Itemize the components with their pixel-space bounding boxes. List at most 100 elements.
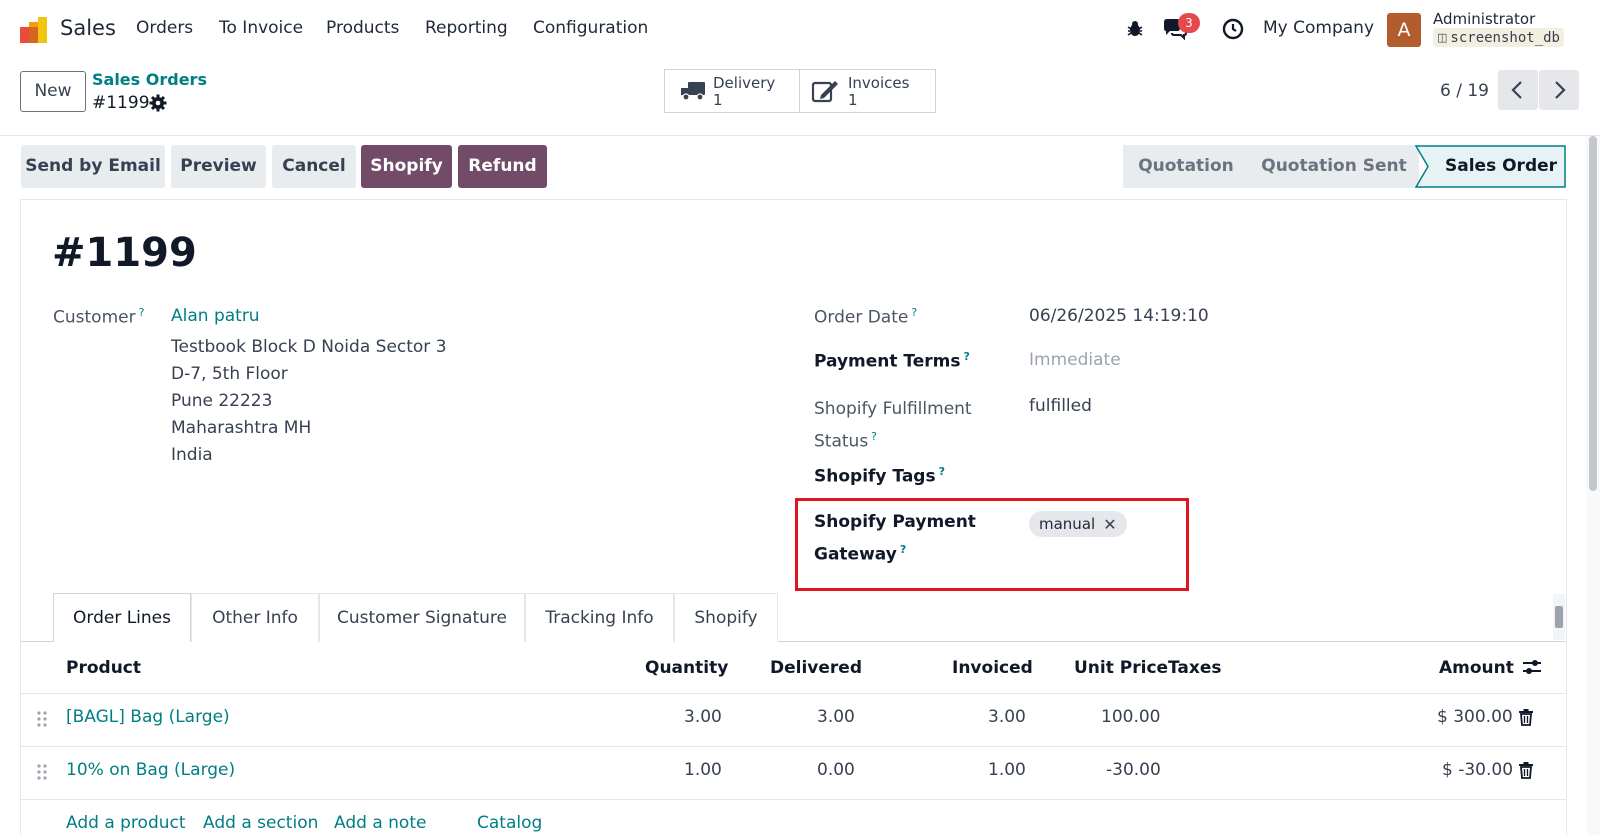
add-product-link[interactable]: Add a product: [66, 813, 186, 833]
stage-quotation[interactable]: Quotation: [1123, 145, 1249, 188]
col-quantity[interactable]: Quantity: [645, 658, 728, 678]
page-scrollbar[interactable]: [1586, 136, 1600, 835]
col-invoiced[interactable]: Invoiced: [952, 658, 1033, 678]
shopify-tags-label: Shopify Tags?: [814, 465, 945, 487]
customer-help-icon[interactable]: ?: [139, 306, 145, 319]
top-navbar: Sales Orders To Invoice Products Reporti…: [0, 0, 1600, 60]
new-button[interactable]: New: [20, 71, 86, 112]
menu-configuration[interactable]: Configuration: [533, 18, 648, 38]
line-product[interactable]: [BAGL] Bag (Large): [66, 707, 230, 727]
address-line-1: Testbook Block D Noida Sector 3: [171, 337, 447, 357]
col-delivered[interactable]: Delivered: [770, 658, 862, 678]
tab-other-info[interactable]: Other Info: [191, 593, 319, 642]
sales-app-icon[interactable]: [19, 15, 49, 45]
db-name: screenshot_db: [1450, 29, 1560, 46]
shopify-button[interactable]: Shopify: [361, 145, 452, 188]
scrollbar-inner-thumb[interactable]: [1555, 606, 1563, 628]
order-date-help-icon[interactable]: ?: [911, 306, 917, 319]
header-divider: [21, 693, 1566, 694]
line-quantity[interactable]: 1.00: [684, 760, 722, 780]
database-icon: ◫: [1437, 31, 1448, 44]
line-delivered[interactable]: 0.00: [817, 760, 855, 780]
smart-button-delivery[interactable]: Delivery 1: [664, 69, 800, 113]
order-date-value[interactable]: 06/26/2025 14:19:10: [1029, 306, 1209, 326]
row-divider: [21, 746, 1566, 747]
app-name[interactable]: Sales: [60, 16, 116, 40]
line-invoiced: 3.00: [988, 707, 1026, 727]
drag-handle-icon[interactable]: [37, 710, 47, 728]
address-line-2: D-7, 5th Floor: [171, 364, 288, 384]
tags-help-icon[interactable]: ?: [939, 465, 945, 478]
row-divider: [21, 799, 1566, 800]
tab-customer-signature[interactable]: Customer Signature: [319, 593, 525, 642]
fulfillment-help-icon[interactable]: ?: [871, 430, 877, 443]
tag-remove-icon[interactable]: ✕: [1103, 515, 1116, 534]
cancel-button[interactable]: Cancel: [272, 145, 356, 188]
customer-name[interactable]: Alan patru: [171, 306, 260, 326]
refund-button[interactable]: Refund: [458, 145, 547, 188]
send-by-email-button[interactable]: Send by Email: [21, 145, 165, 188]
line-invoiced: 1.00: [988, 760, 1026, 780]
line-quantity[interactable]: 3.00: [684, 707, 722, 727]
menu-reporting[interactable]: Reporting: [425, 18, 508, 38]
line-delivered[interactable]: 3.00: [817, 707, 855, 727]
line-amount: $ -30.00: [1442, 760, 1514, 780]
delivery-label: Delivery: [713, 74, 776, 92]
fulfillment-status-value[interactable]: fulfilled: [1029, 396, 1092, 416]
payment-terms-value[interactable]: Immediate: [1029, 350, 1121, 370]
record-name: #1199: [92, 93, 150, 113]
company-switcher[interactable]: My Company: [1263, 18, 1374, 38]
menu-products[interactable]: Products: [326, 18, 399, 38]
gateway-help-icon[interactable]: ?: [900, 543, 906, 556]
pager-value[interactable]: 6 / 19: [1440, 81, 1489, 101]
smart-button-invoices[interactable]: Invoices 1: [799, 69, 936, 113]
customer-label: Customer?: [53, 306, 145, 328]
record-settings-gear-icon[interactable]: [149, 94, 167, 112]
payment-terms-help-icon[interactable]: ?: [964, 350, 970, 363]
page-scrollbar-thumb[interactable]: [1589, 136, 1597, 491]
menu-to-invoice[interactable]: To Invoice: [219, 18, 303, 38]
payment-gateway-tag[interactable]: manual ✕: [1029, 511, 1127, 537]
preview-button[interactable]: Preview: [171, 145, 266, 188]
scrollbar-inner[interactable]: [1553, 594, 1565, 640]
tab-shopify[interactable]: Shopify: [674, 593, 778, 642]
col-product[interactable]: Product: [66, 658, 141, 678]
optional-columns-sliders-icon[interactable]: [1521, 657, 1543, 677]
gateway-tag-text: manual: [1039, 515, 1096, 533]
user-avatar[interactable]: A: [1387, 13, 1421, 47]
line-unit-price[interactable]: 100.00: [1101, 707, 1160, 727]
activity-clock-icon[interactable]: [1222, 18, 1244, 40]
line-unit-price[interactable]: -30.00: [1106, 760, 1161, 780]
payment-gateway-label: Shopify Payment Gateway?: [814, 512, 976, 565]
col-unit-price[interactable]: Unit Price: [1074, 658, 1168, 678]
drag-handle-icon[interactable]: [37, 763, 47, 781]
bug-icon[interactable]: [1125, 19, 1145, 39]
stage-sales-order-label: Sales Order: [1445, 156, 1558, 176]
line-amount: $ 300.00: [1437, 707, 1513, 727]
trash-icon[interactable]: [1519, 762, 1533, 779]
user-name[interactable]: Administrator: [1433, 10, 1535, 28]
col-taxes[interactable]: Taxes: [1168, 658, 1222, 678]
pager-previous-button[interactable]: [1498, 70, 1538, 110]
address-line-3: Pune 22223: [171, 391, 273, 411]
tab-tracking-info[interactable]: Tracking Info: [525, 593, 674, 642]
stage-quotation-sent[interactable]: Quotation Sent: [1249, 145, 1419, 188]
chevron-left-icon: [1511, 81, 1522, 99]
col-amount[interactable]: Amount: [1439, 658, 1514, 678]
form-sheet: [20, 199, 1567, 835]
breadcrumb-sales-orders[interactable]: Sales Orders: [92, 70, 207, 89]
pager-next-button[interactable]: [1539, 70, 1579, 110]
invoices-label: Invoices: [848, 74, 910, 92]
stage-sales-order[interactable]: Sales Order: [1415, 145, 1567, 188]
add-section-link[interactable]: Add a section: [203, 813, 318, 833]
trash-icon[interactable]: [1519, 709, 1533, 726]
catalog-link[interactable]: Catalog: [477, 813, 542, 833]
db-badge: ◫ screenshot_db: [1433, 28, 1564, 47]
add-note-link[interactable]: Add a note: [334, 813, 426, 833]
address-line-5: India: [171, 445, 213, 465]
line-product[interactable]: 10% on Bag (Large): [66, 760, 235, 780]
tab-order-lines[interactable]: Order Lines: [53, 593, 191, 642]
messages-badge: 3: [1178, 13, 1200, 33]
order-date-label: Order Date?: [814, 306, 918, 328]
menu-orders[interactable]: Orders: [136, 18, 193, 38]
